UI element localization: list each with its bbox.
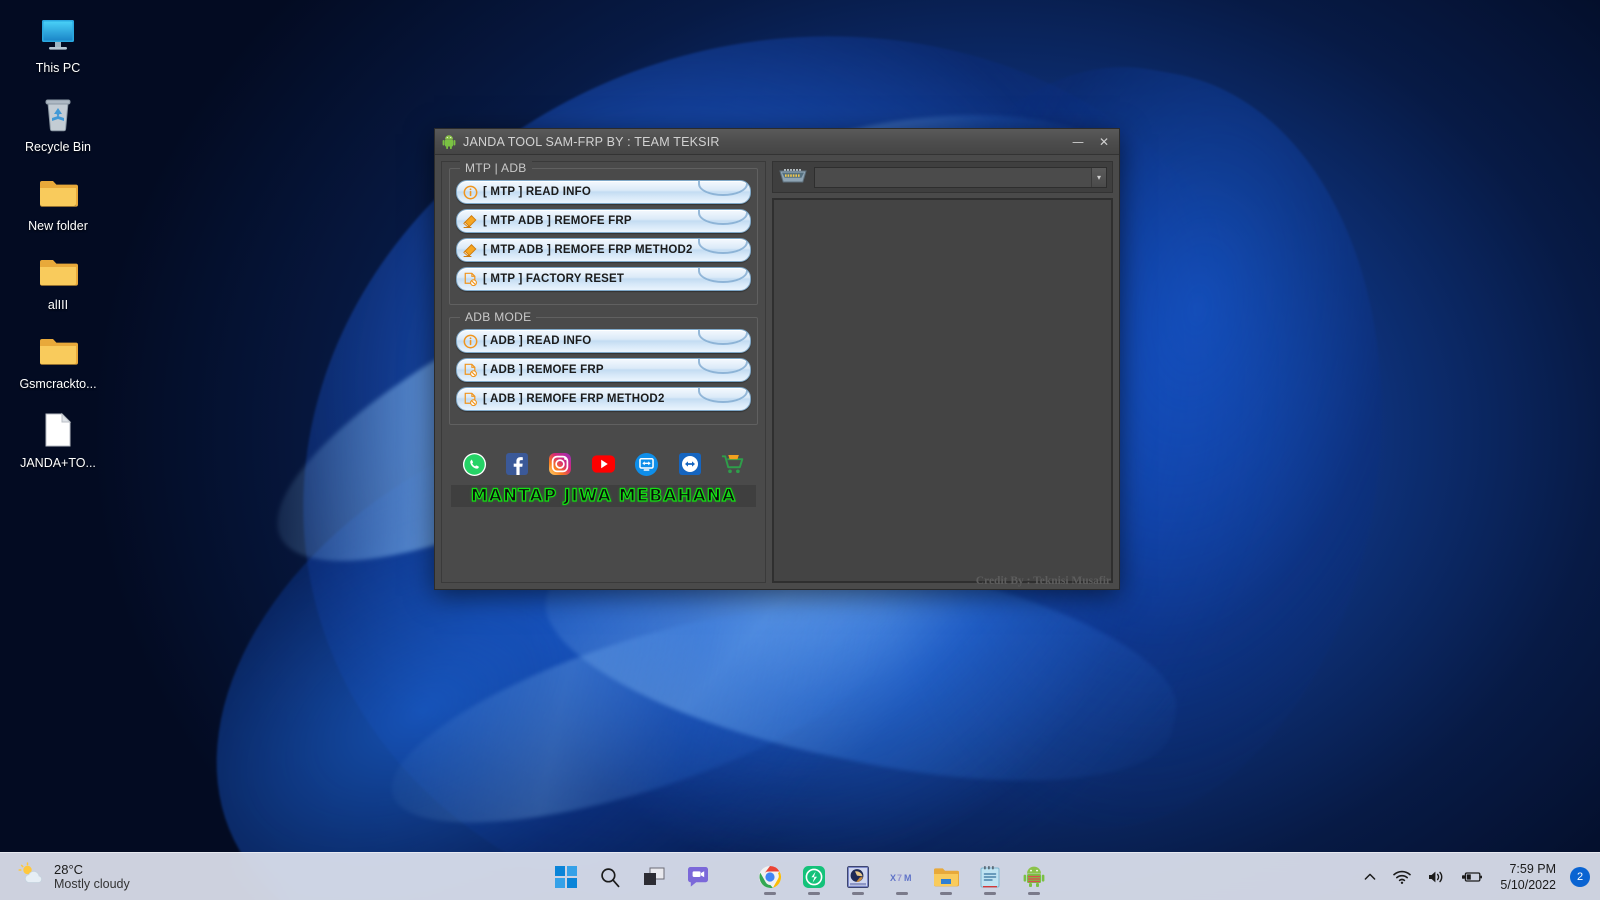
search-button[interactable] <box>590 857 630 897</box>
clock-date: 5/10/2022 <box>1500 877 1556 892</box>
media-app-button[interactable] <box>838 857 878 897</box>
system-tray: 7:59 PM 5/10/2022 2 <box>1356 855 1590 899</box>
anydesk-icon[interactable] <box>677 451 703 477</box>
weather-description: Mostly cloudy <box>54 876 130 891</box>
page-delete-icon <box>462 271 478 287</box>
eraser-icon <box>462 213 478 229</box>
group-adb-mode: ADB MODE [ ADB ] READ INFO [ADB] REMOF… <box>449 310 758 425</box>
janda-tool-button[interactable] <box>1014 857 1054 897</box>
desktop: This PC Recycle Bin New folder alIII Gsm… <box>0 0 1600 900</box>
desktop-icon-allll[interactable]: alIII <box>8 245 108 316</box>
desktop-icon-label: alIII <box>47 298 69 312</box>
teamviewer-icon[interactable] <box>634 451 660 477</box>
svg-text:X: X <box>890 873 896 883</box>
facebook-icon[interactable] <box>504 451 530 477</box>
log-output-pane[interactable] <box>772 198 1113 583</box>
folder-icon <box>36 251 80 293</box>
button-label: [ ADB ] READ INFO <box>483 335 592 347</box>
button-mtp-read-info[interactable]: [ MTP ] READ INFO <box>456 180 751 204</box>
recycle-bin-icon <box>36 93 80 135</box>
left-panel: MTP | ADB [ MTP ] READ INFO [MTP ADB] … <box>441 161 766 583</box>
desktop-icon-this-pc[interactable]: This PC <box>8 8 108 79</box>
clock-time: 7:59 PM <box>1509 861 1556 876</box>
whatsapp-icon[interactable] <box>461 451 487 477</box>
desktop-icon-label: Gsmcrackto... <box>19 377 97 391</box>
group-mtp-adb: MTP | ADB [ MTP ] READ INFO [MTP ADB] … <box>449 161 758 305</box>
weather-temperature: 28°C <box>54 861 84 877</box>
group-title: ADB MODE <box>460 310 537 324</box>
button-mtp-factory-reset[interactable]: [ MTP ] FACTORY RESET <box>456 267 751 291</box>
button-adb-remove-frp-method2[interactable]: [ ADB ] REMOFE FRP METHOD2 <box>456 387 751 411</box>
minimize-button[interactable]: — <box>1065 132 1091 152</box>
desktop-icon-label: JANDA+TO... <box>20 456 96 470</box>
volume-icon[interactable] <box>1420 859 1452 895</box>
svg-text:7: 7 <box>897 873 902 883</box>
desktop-icon-gsmcracktool[interactable]: Gsmcrackto... <box>8 324 108 395</box>
button-label: [ MTP ] READ INFO <box>483 186 591 198</box>
shopping-cart-icon[interactable] <box>720 451 746 477</box>
taskbar: 28°C Mostly cloudy X 7 M 7:59 PM 5/10/20… <box>0 852 1600 900</box>
sun-cloud-icon <box>18 862 46 891</box>
desktop-icon-janda-tool-file[interactable]: JANDA+TO... <box>8 403 108 474</box>
info-circle-icon <box>462 333 478 349</box>
youtube-icon[interactable] <box>590 451 616 477</box>
show-hidden-icons-button[interactable] <box>1356 859 1384 895</box>
text-file-icon <box>36 409 80 451</box>
button-label: [ ADB ] REMOFE FRP METHOD2 <box>483 393 665 405</box>
button-label: [ MTP ADB ] REMOFE FRP <box>483 215 632 227</box>
instagram-icon[interactable] <box>547 451 573 477</box>
close-button[interactable]: ✕ <box>1091 132 1117 152</box>
janda-tool-window: JANDA TOOL SAM-FRP BY : TEAM TEKSIR — ✕ … <box>434 128 1120 590</box>
android-robot-icon <box>441 134 457 150</box>
app-green-button[interactable] <box>794 857 834 897</box>
eraser-icon <box>462 242 478 258</box>
x7m-app-button[interactable]: X 7 M <box>882 857 922 897</box>
mantap-jiwa-banner: MANTAP JIWA MEBAHANA <box>451 485 756 507</box>
notepad-button[interactable] <box>970 857 1010 897</box>
page-delete-icon <box>462 362 478 378</box>
button-label: [ MTP ADB ] REMOFE FRP METHOD2 <box>483 244 693 256</box>
usb-connector-icon <box>778 168 808 186</box>
device-combo-box[interactable]: ▾ <box>814 166 1107 188</box>
folder-icon <box>36 172 80 214</box>
button-label: [ ADB ] REMOFE FRP <box>483 364 604 376</box>
svg-text:M: M <box>904 873 912 883</box>
start-button[interactable] <box>546 857 586 897</box>
desktop-icon-label: Recycle Bin <box>25 140 91 154</box>
button-mtp-adb-remove-frp-method2[interactable]: [ MTP ADB ] REMOFE FRP METHOD2 <box>456 238 751 262</box>
folder-icon <box>36 330 80 372</box>
button-adb-read-info[interactable]: [ ADB ] READ INFO <box>456 329 751 353</box>
desktop-icon-list: This PC Recycle Bin New folder alIII Gsm… <box>0 8 120 474</box>
window-body: MTP | ADB [ MTP ] READ INFO [MTP ADB] … <box>435 155 1119 589</box>
desktop-icon-label: This PC <box>35 61 81 75</box>
wifi-icon[interactable] <box>1386 859 1418 895</box>
button-label: [ MTP ] FACTORY RESET <box>483 273 625 285</box>
right-panel: ▾ <box>772 161 1113 583</box>
chat-button[interactable] <box>678 857 718 897</box>
taskbar-center-group: X 7 M <box>546 857 1054 897</box>
window-title: JANDA TOOL SAM-FRP BY : TEAM TEKSIR <box>463 134 720 149</box>
task-view-button[interactable] <box>634 857 674 897</box>
desktop-icon-recycle-bin[interactable]: Recycle Bin <box>8 87 108 158</box>
monitor-icon <box>36 14 80 56</box>
battery-charging-icon[interactable] <box>1454 859 1490 895</box>
file-explorer-button[interactable] <box>926 857 966 897</box>
window-titlebar[interactable]: JANDA TOOL SAM-FRP BY : TEAM TEKSIR — ✕ <box>435 129 1119 155</box>
social-links-row <box>449 443 758 481</box>
desktop-icon-label: New folder <box>28 219 88 233</box>
chevron-down-icon[interactable]: ▾ <box>1091 167 1106 187</box>
button-mtp-adb-remove-frp[interactable]: [ MTP ADB ] REMOFE FRP <box>456 209 751 233</box>
weather-widget[interactable]: 28°C Mostly cloudy <box>0 855 142 899</box>
desktop-icon-new-folder[interactable]: New folder <box>8 166 108 237</box>
page-delete-icon <box>462 391 478 407</box>
button-adb-remove-frp[interactable]: [ ADB ] REMOFE FRP <box>456 358 751 382</box>
info-circle-icon <box>462 184 478 200</box>
device-selector-row: ▾ <box>772 161 1113 193</box>
clock[interactable]: 7:59 PM 5/10/2022 <box>1492 858 1564 896</box>
banner-text: MANTAP JIWA MEBAHANA <box>470 485 737 506</box>
group-title: MTP | ADB <box>460 161 532 175</box>
chrome-button[interactable] <box>750 857 790 897</box>
notification-badge[interactable]: 2 <box>1570 866 1590 887</box>
